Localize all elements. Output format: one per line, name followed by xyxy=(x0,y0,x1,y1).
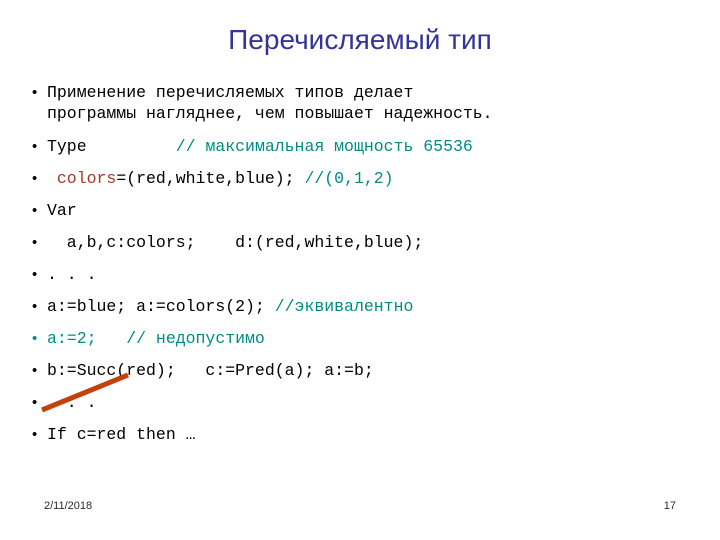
bullet-text-colors-declaration: colors=(red,white,blue); //(0,1,2) xyxy=(47,168,708,189)
bullet-text-assign-blue: a:=blue; a:=colors(2); //эквивалентно xyxy=(47,296,708,317)
code-token: . . . xyxy=(47,393,97,412)
code-token: colors xyxy=(56,169,117,188)
code-token: //эквивалентно xyxy=(274,297,414,316)
bullet-marker-icon: • xyxy=(32,298,38,315)
code-token: Type xyxy=(47,137,176,156)
code-token: a:=2; // недопустимо xyxy=(47,329,265,348)
bullet-row-assign-blue: • a:=blue; a:=colors(2); //эквивалентно xyxy=(22,296,708,317)
code-token: Var xyxy=(47,201,77,220)
bullet-marker-icon: • xyxy=(32,426,38,443)
bullet-marker-icon: • xyxy=(32,84,38,101)
bullet-row-assign-invalid: • a:=2; // недопустимо xyxy=(22,328,708,349)
bullet-row-ellipsis-1: • . . . xyxy=(22,264,708,285)
bullet-marker-icon: • xyxy=(32,330,38,347)
bullet-row-var-declarations: • a,b,c:colors; d:(red,white,blue); xyxy=(22,232,708,253)
code-token: //(0,1,2) xyxy=(304,169,394,188)
bullet-text-intro-paragraph: Применение перечисляемых типов делает пр… xyxy=(47,82,708,124)
bullet-marker-icon: • xyxy=(32,362,38,379)
footer-date: 2/11/2018 xyxy=(44,500,93,512)
bullet-row-ellipsis-2: • . . . xyxy=(22,392,708,413)
bullet-text-var-keyword: Var xyxy=(47,200,708,221)
code-token: // максимальная мощность 65536 xyxy=(175,137,473,156)
bullet-row-intro-paragraph: • Применение перечисляемых типов делает п… xyxy=(22,82,708,124)
code-token: a,b,c:colors; d:(red,white,blue); xyxy=(47,233,424,252)
bullet-marker-icon: • xyxy=(32,234,38,251)
bullet-list: • Применение перечисляемых типов делает п… xyxy=(22,82,708,445)
code-token: If c=red then … xyxy=(47,425,196,444)
bullet-marker-icon: • xyxy=(32,170,38,187)
code-token: b:=Succ(red); c:=Pred(a); a:=b; xyxy=(47,361,374,380)
bullet-row-colors-declaration: • colors=(red,white,blue); //(0,1,2) xyxy=(22,168,708,189)
code-token: a:=blue; a:=colors(2); xyxy=(47,297,275,316)
code-token: Применение перечисляемых типов делает пр… xyxy=(47,83,493,123)
bullet-text-type-keyword: Type // максимальная мощность 65536 xyxy=(47,136,708,157)
bullet-text-succ-pred: b:=Succ(red); c:=Pred(a); a:=b; xyxy=(47,360,708,381)
bullet-row-if-statement: • If c=red then … xyxy=(22,424,708,445)
page-title: Перечисляемый тип xyxy=(228,24,492,55)
bullet-text-var-declarations: a,b,c:colors; d:(red,white,blue); xyxy=(47,232,708,253)
code-token: . . . xyxy=(47,265,97,284)
footer-page-number: 17 xyxy=(663,500,676,512)
bullet-row-var-keyword: • Var xyxy=(22,200,708,221)
code-token: =(red,white,blue); xyxy=(116,169,305,188)
bullet-marker-icon: • xyxy=(32,266,38,283)
bullet-row-type-keyword: • Type // максимальная мощность 65536 xyxy=(22,136,708,157)
bullet-marker-icon: • xyxy=(32,138,38,155)
slide-canvas: Перечисляемый тип • Применение перечисляе… xyxy=(0,0,720,540)
bullet-text-assign-invalid: a:=2; // недопустимо xyxy=(47,328,708,349)
bullet-text-if-statement: If c=red then … xyxy=(47,424,708,445)
bullet-text-ellipsis-2: . . . xyxy=(47,392,708,413)
bullet-marker-icon: • xyxy=(32,394,38,411)
bullet-marker-icon: • xyxy=(32,202,38,219)
bullet-row-succ-pred: • b:=Succ(red); c:=Pred(a); a:=b; xyxy=(22,360,708,381)
bullet-text-ellipsis-1: . . . xyxy=(47,264,708,285)
